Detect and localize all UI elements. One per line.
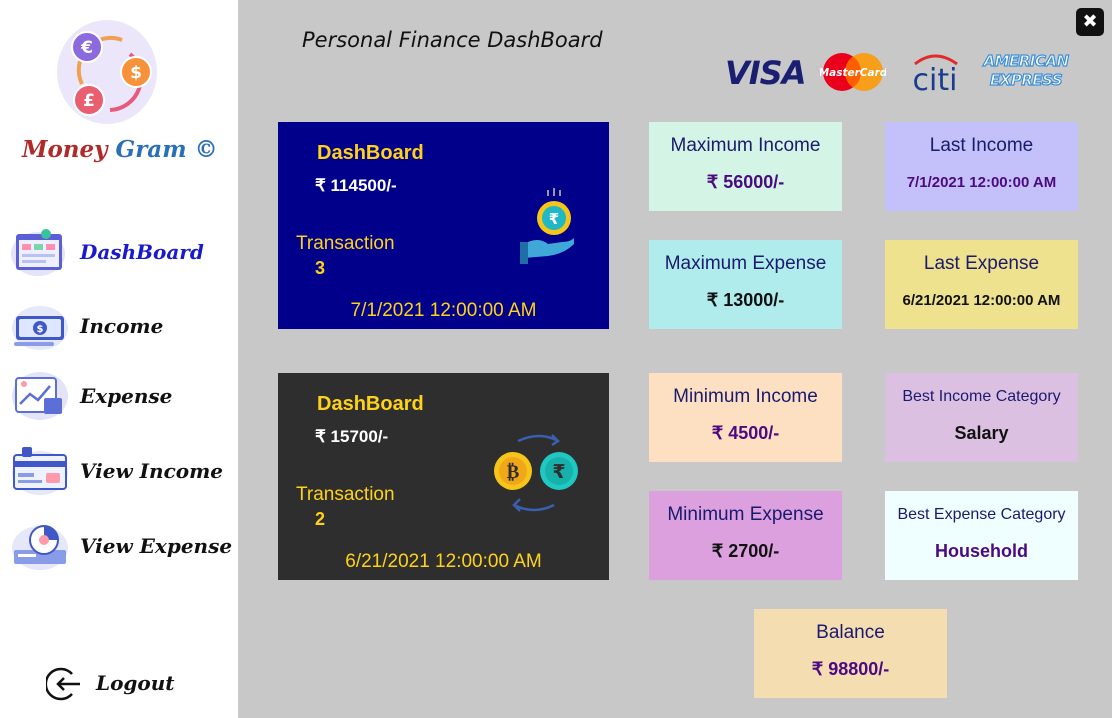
logout-icon bbox=[46, 667, 80, 701]
stat-value: ₹ 56000/- bbox=[706, 172, 785, 192]
sidebar-item-expense[interactable]: Expense bbox=[8, 368, 236, 428]
transaction-label: Transaction bbox=[296, 484, 395, 505]
transaction-label: Transaction bbox=[296, 233, 395, 254]
svg-text:$: $ bbox=[130, 63, 142, 83]
rupee-coin-hand-icon: ₹ bbox=[520, 188, 574, 264]
sidebar-item-label: View Income bbox=[80, 459, 223, 483]
transaction-count: 2 bbox=[315, 509, 326, 529]
balance-value: ₹ 98800/- bbox=[811, 659, 890, 679]
sidebar-item-label: Income bbox=[80, 314, 164, 338]
money-bill-icon: $ bbox=[12, 306, 68, 350]
stat-label: Last Expense bbox=[923, 253, 1040, 274]
mastercard-logo-text: MasterCard bbox=[820, 67, 886, 79]
min-income-card: Minimum Income ₹ 4500/- bbox=[649, 373, 842, 462]
min-expense-card: Minimum Expense ₹ 2700/- bbox=[649, 491, 842, 580]
stat-value: Household bbox=[935, 541, 1028, 561]
stat-value: 6/21/2021 12:00:00 AM bbox=[902, 292, 1061, 309]
mastercard-logo: MasterCard bbox=[820, 53, 886, 91]
sidebar-item-dashboard[interactable]: DashBoard bbox=[8, 224, 236, 284]
total-expense-amount: ₹ 15700/- bbox=[315, 427, 389, 446]
stat-value: Salary bbox=[954, 423, 1009, 443]
best-expense-category-card: Best Expense Category Household bbox=[885, 491, 1078, 580]
svg-text:₹: ₹ bbox=[552, 461, 565, 483]
sidebar-item-view-income[interactable]: View Income bbox=[8, 443, 236, 503]
dashboard-icon bbox=[11, 229, 65, 276]
money-gram-logo: € $ £ bbox=[57, 20, 157, 124]
sidebar: € $ £ Money Gram © DashBoard $ Income Ex… bbox=[0, 0, 238, 718]
expense-summary-card: DashBoard ₹ 15700/- Transaction 2 6/21/2… bbox=[278, 373, 609, 580]
card-title: DashBoard bbox=[317, 393, 424, 415]
logout-button[interactable]: Logout bbox=[46, 664, 196, 704]
close-button[interactable]: ✖ bbox=[1076, 8, 1104, 36]
stat-label: Best Expense Category bbox=[897, 506, 1066, 523]
stat-value: 7/1/2021 12:00:00 AM bbox=[906, 174, 1057, 191]
sidebar-item-income[interactable]: $ Income bbox=[8, 298, 236, 358]
svg-text:£: £ bbox=[83, 91, 95, 111]
stat-label: Maximum Expense bbox=[664, 253, 827, 274]
stat-label: Maximum Income bbox=[670, 135, 821, 156]
stat-value: ₹ 4500/- bbox=[711, 423, 780, 443]
citi-logo-text: citi bbox=[913, 63, 958, 94]
card-brand-logos: VISA MasterCard citi AMERICAN EXPRESS bbox=[725, 50, 1075, 94]
stat-label: Balance bbox=[816, 622, 885, 643]
last-expense-card: Last Expense 6/21/2021 12:00:00 AM bbox=[885, 240, 1078, 329]
sidebar-item-label: View Expense bbox=[80, 534, 233, 558]
logout-label: Logout bbox=[96, 671, 175, 695]
stat-label: Best Income Category bbox=[902, 388, 1061, 405]
last-income-card: Last Income 7/1/2021 12:00:00 AM bbox=[885, 122, 1078, 211]
stat-label: Minimum Income bbox=[673, 386, 818, 407]
stat-value: ₹ 13000/- bbox=[706, 290, 785, 310]
page-title: Personal Finance DashBoard bbox=[302, 28, 603, 52]
income-date: 7/1/2021 12:00:00 AM bbox=[350, 300, 537, 321]
card-title: DashBoard bbox=[317, 142, 424, 164]
svg-text:₹: ₹ bbox=[549, 210, 559, 228]
transaction-count: 3 bbox=[315, 258, 326, 278]
citi-logo: citi bbox=[913, 54, 958, 94]
visa-logo: VISA bbox=[725, 54, 806, 92]
stat-label: Minimum Expense bbox=[667, 504, 824, 525]
total-income-amount: ₹ 114500/- bbox=[315, 176, 397, 195]
report-icon bbox=[12, 525, 68, 570]
svg-text:$: $ bbox=[37, 324, 44, 335]
sidebar-item-view-expense[interactable]: View Expense bbox=[8, 518, 236, 578]
income-summary-card: DashBoard ₹ 114500/- Transaction 3 7/1/2… bbox=[278, 122, 609, 329]
brand-name: Money Gram © bbox=[22, 136, 218, 163]
sidebar-item-label: Expense bbox=[80, 384, 173, 408]
stat-value: ₹ 2700/- bbox=[711, 541, 780, 561]
svg-text:€: € bbox=[80, 38, 93, 58]
amex-logo: AMERICAN EXPRESS bbox=[983, 51, 1070, 89]
svg-text:₿: ₿ bbox=[507, 461, 520, 483]
sidebar-item-label: DashBoard bbox=[80, 240, 204, 264]
balance-card: Balance ₹ 98800/- bbox=[754, 609, 947, 698]
expense-chart-icon bbox=[12, 372, 68, 420]
credit-card-icon bbox=[12, 447, 68, 495]
stat-label: Last Income bbox=[929, 135, 1034, 156]
best-income-category-card: Best Income Category Salary bbox=[885, 373, 1078, 462]
expense-date: 6/21/2021 12:00:00 AM bbox=[345, 551, 542, 572]
max-income-card: Maximum Income ₹ 56000/- bbox=[649, 122, 842, 211]
max-expense-card: Maximum Expense ₹ 13000/- bbox=[649, 240, 842, 329]
currency-exchange-icon: ₿ ₹ bbox=[494, 434, 578, 512]
